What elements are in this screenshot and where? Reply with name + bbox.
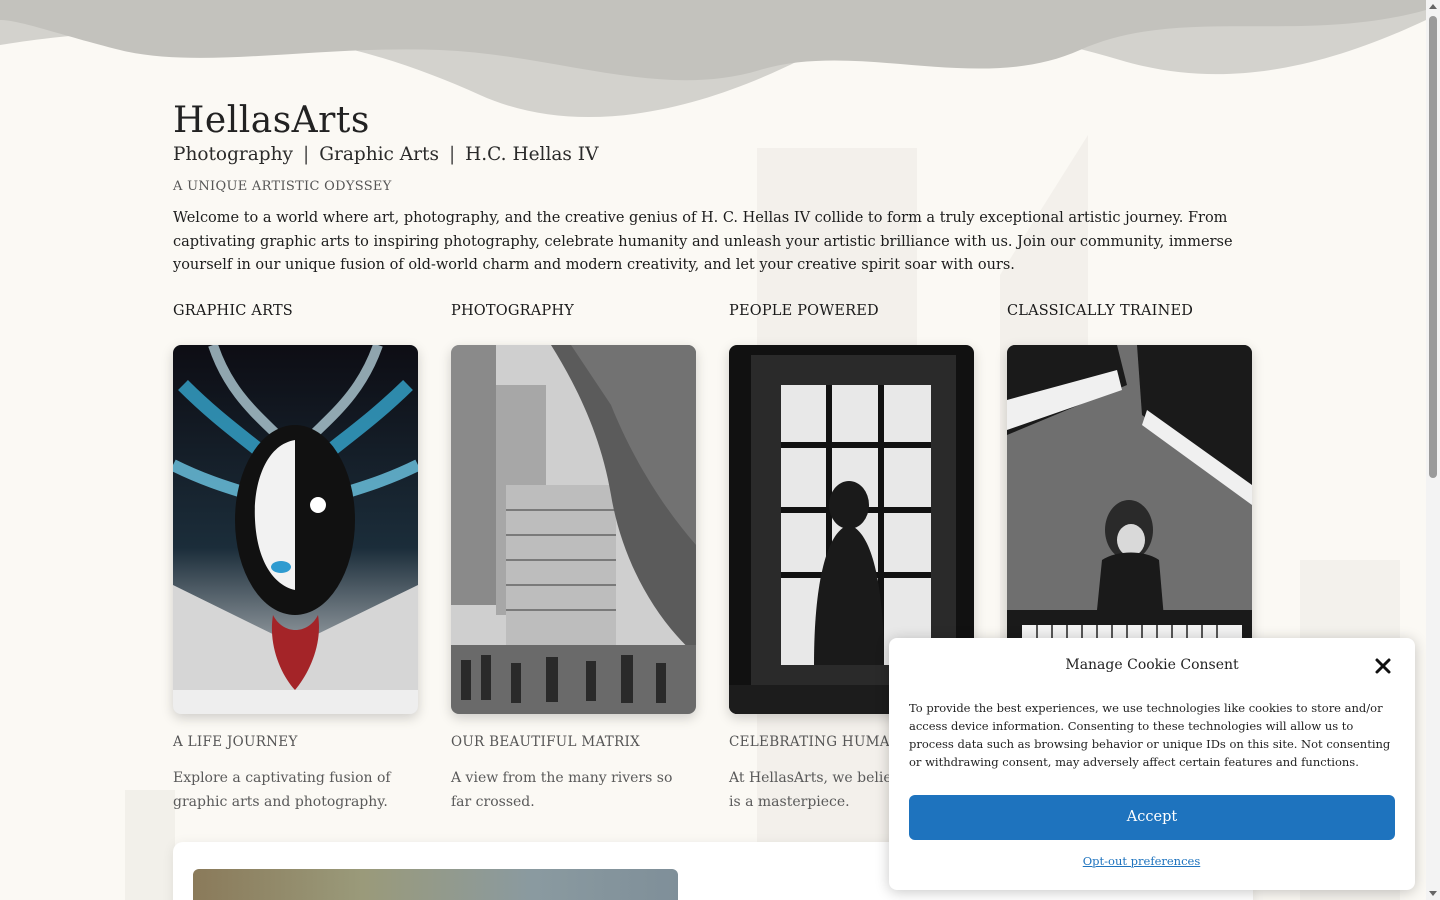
cookie-dialog-body: To provide the best experiences, we use …: [909, 701, 1391, 769]
tagline-artist-name: H.C. Hellas IV: [465, 144, 599, 165]
tagline-separator: |: [448, 144, 456, 165]
card-title: PEOPLE POWERED: [729, 303, 879, 319]
intro-paragraph: Welcome to a world where art, photograph…: [173, 210, 1233, 273]
cookie-consent-dialog: Manage Cookie Consent To provide the bes…: [889, 638, 1415, 890]
close-icon[interactable]: [1371, 654, 1395, 678]
photography-image[interactable]: [451, 345, 696, 714]
scroll-down-arrow-icon[interactable]: [1429, 891, 1437, 896]
hero-section: HellasArts Photography | Graphic Arts | …: [173, 100, 1253, 278]
card-title: CLASSICALLY TRAINED: [1007, 303, 1194, 319]
card-subtitle: A LIFE JOURNEY: [173, 734, 298, 750]
section-kicker: A UNIQUE ARTISTIC ODYSSEY: [173, 179, 392, 194]
card-title: GRAPHIC ARTS: [173, 303, 293, 319]
featured-image[interactable]: [193, 869, 678, 900]
card-subtitle: OUR BEAUTIFUL MATRIX: [451, 734, 641, 750]
cookie-dialog-title: Manage Cookie Consent: [1065, 657, 1239, 673]
site-title[interactable]: HellasArts: [173, 100, 1253, 142]
site-tagline: Photography | Graphic Arts | H.C. Hellas…: [173, 144, 1253, 165]
card-description: A view from the many rivers so far cross…: [451, 770, 673, 810]
card-photography: PHOTOGRAPHY OUR BEAUTIFUL MATRIX A view …: [451, 302, 696, 814]
card-description: Explore a captivating fusion of graphic …: [173, 770, 391, 810]
scroll-up-arrow-icon[interactable]: [1429, 4, 1437, 9]
card-graphic-arts: GRAPHIC ARTS A LIFE JOURNEY Explore a ca…: [173, 302, 418, 814]
card-title: PHOTOGRAPHY: [451, 303, 574, 319]
opt-out-preferences-link[interactable]: Opt-out preferences: [889, 854, 1394, 868]
tagline-separator: |: [303, 144, 310, 165]
tagline-graphic-arts: Graphic Arts: [319, 144, 439, 165]
graphic-arts-image[interactable]: [173, 345, 418, 714]
tagline-photography: Photography: [173, 144, 293, 165]
scrollbar-thumb[interactable]: [1429, 16, 1437, 478]
accept-button[interactable]: Accept: [909, 795, 1395, 840]
scrollbar[interactable]: [1426, 0, 1440, 900]
